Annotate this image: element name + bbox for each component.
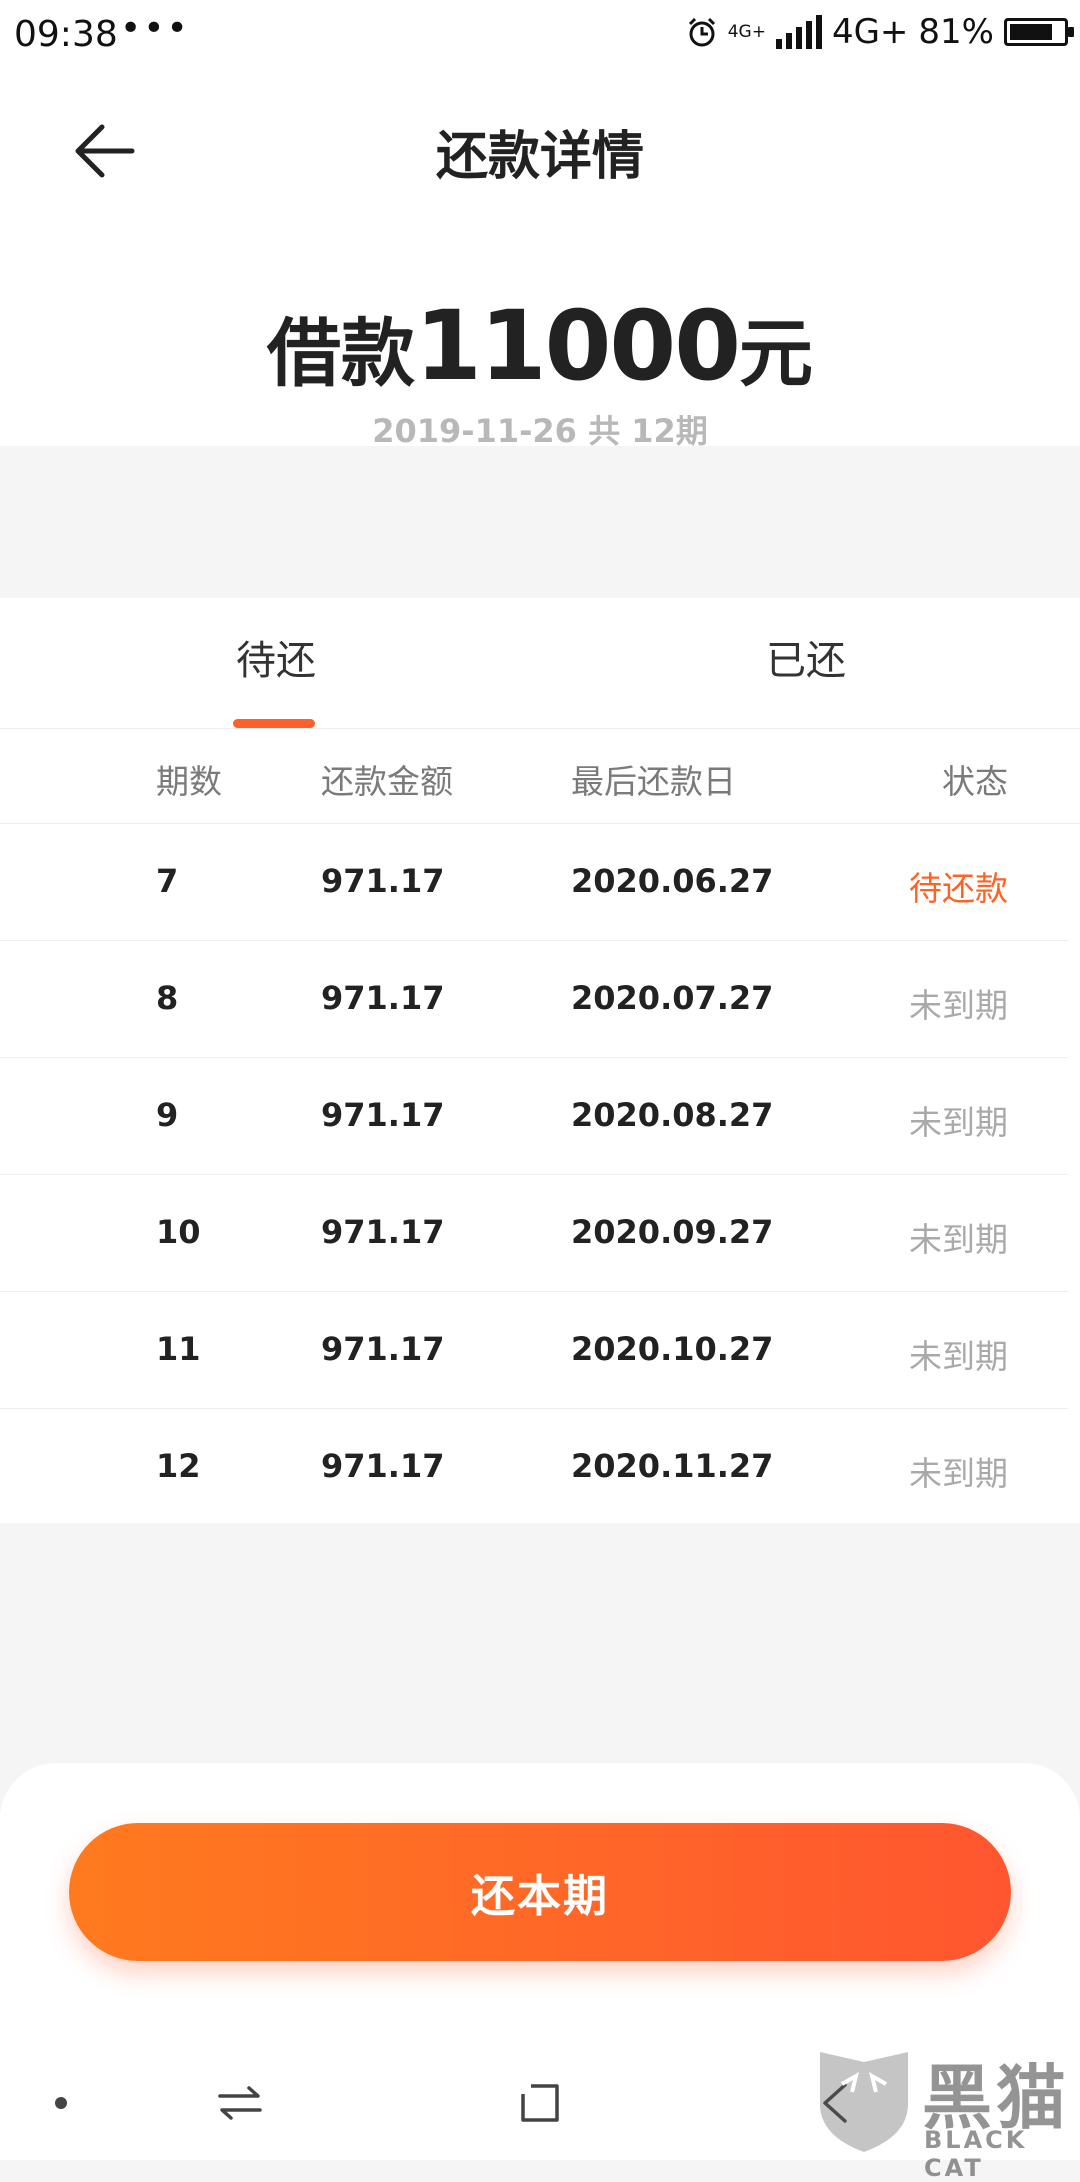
loan-subtitle: 2019-11-26 共 12期 — [372, 412, 708, 450]
tab-active-indicator — [233, 719, 315, 728]
due-date-cell: 2020.06.27 — [571, 862, 774, 900]
table-row[interactable]: 9 971.17 2020.08.27 未到期 — [0, 1058, 1068, 1175]
amount-cell: 971.17 — [321, 1213, 445, 1251]
network-small-label: 4G+ — [727, 21, 766, 42]
status-time: 09:38 — [14, 14, 118, 55]
loan-summary: 借款11000元 2019-11-26 共 12期 — [0, 216, 1080, 450]
loan-amount-unit: 元 — [738, 311, 813, 397]
dot-icon — [55, 2097, 67, 2109]
bottom-action-sheet: 还本期 — [0, 1763, 1080, 2040]
amount-cell: 971.17 — [321, 1096, 445, 1134]
notification-dots: ••• — [120, 8, 190, 49]
period-cell: 9 — [156, 1096, 179, 1134]
status-badge: 未到期 — [909, 1220, 1008, 1259]
battery-level — [1010, 24, 1052, 40]
signal-icon — [775, 15, 822, 49]
square-icon — [521, 2084, 559, 2122]
tab-paid[interactable]: 已还 — [766, 628, 846, 686]
header-amount: 还款金额 — [321, 762, 453, 801]
due-date-cell: 2020.11.27 — [571, 1447, 774, 1485]
status-badge: 待还款 — [909, 869, 1008, 908]
pay-button-label: 还本期 — [471, 1871, 609, 1922]
status-indicators: 4G+ 4G+ 81% — [686, 12, 1074, 52]
amount-cell: 971.17 — [321, 979, 445, 1017]
network-type: 4G+ — [831, 12, 909, 52]
table-body: 7 971.17 2020.06.27 待还款 8 971.17 2020.07… — [0, 824, 1080, 1525]
status-badge: 未到期 — [909, 986, 1008, 1025]
period-cell: 11 — [156, 1330, 201, 1368]
period-cell: 8 — [156, 979, 179, 1017]
table-row[interactable]: 10 971.17 2020.09.27 未到期 — [0, 1175, 1068, 1292]
loan-amount-line: 借款11000元 — [0, 296, 1080, 424]
due-date-cell: 2020.07.27 — [571, 979, 774, 1017]
table-row[interactable]: 7 971.17 2020.06.27 待还款 — [0, 824, 1068, 941]
battery-icon — [1004, 18, 1074, 46]
amount-cell: 971.17 — [321, 862, 445, 900]
due-date-cell: 2020.08.27 — [571, 1096, 774, 1134]
header-status: 状态 — [942, 762, 1008, 801]
header-due-date: 最后还款日 — [571, 762, 736, 801]
status-badge: 未到期 — [909, 1454, 1008, 1493]
tab-bar: 待还 已还 — [0, 598, 1080, 729]
loan-amount-prefix: 借款 — [267, 311, 415, 397]
status-badge: 未到期 — [909, 1337, 1008, 1376]
nav-home-button[interactable] — [505, 2068, 575, 2138]
status-badge: 未到期 — [909, 1103, 1008, 1142]
nav-back-button[interactable] — [800, 2068, 870, 2138]
pay-current-period-button[interactable]: 还本期 — [69, 1823, 1011, 1961]
amount-cell: 971.17 — [321, 1330, 445, 1368]
battery-percent: 81% — [918, 12, 994, 52]
chevron-left-icon — [823, 2083, 847, 2123]
tab-pending[interactable]: 待还 — [236, 628, 316, 686]
top-app-bar: 还款详情 — [0, 76, 1080, 216]
header-period: 期数 — [156, 762, 222, 801]
period-cell: 12 — [156, 1447, 201, 1485]
system-navigation-bar — [0, 2040, 1080, 2160]
table-header: 期数 还款金额 最后还款日 状态 — [0, 729, 1080, 824]
repayment-card: 待还 已还 期数 还款金额 最后还款日 状态 7 971.17 2020.06.… — [0, 598, 1080, 1523]
status-bar: 09:38 ••• 4G+ 4G+ 81% — [0, 0, 1080, 76]
amount-cell: 971.17 — [321, 1447, 445, 1485]
switch-arrows-icon — [218, 2086, 262, 2120]
table-row[interactable]: 12 971.17 2020.11.27 未到期 — [0, 1409, 1068, 1525]
nav-menu-button[interactable] — [26, 2068, 96, 2138]
nav-recents-button[interactable] — [205, 2068, 275, 2138]
loan-amount-value: 11000 — [415, 290, 741, 402]
period-cell: 7 — [156, 862, 179, 900]
alarm-icon — [688, 17, 715, 47]
period-cell: 10 — [156, 1213, 201, 1251]
table-row[interactable]: 11 971.17 2020.10.27 未到期 — [0, 1292, 1068, 1409]
due-date-cell: 2020.10.27 — [571, 1330, 774, 1368]
table-row[interactable]: 8 971.17 2020.07.27 未到期 — [0, 941, 1068, 1058]
page-title: 还款详情 — [435, 127, 644, 187]
due-date-cell: 2020.09.27 — [571, 1213, 774, 1251]
